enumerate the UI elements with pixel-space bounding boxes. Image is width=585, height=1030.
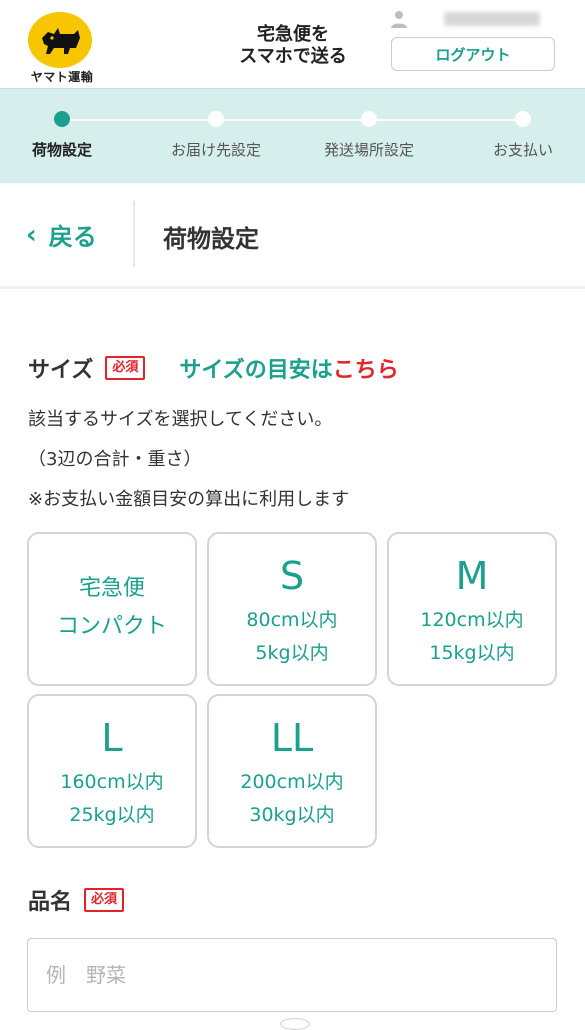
chevron-left-icon: ‹ xyxy=(26,219,37,250)
size-option-letter: LL xyxy=(270,716,314,760)
size-option-dimension: 120cm以内 xyxy=(420,609,524,631)
step-destination: お届け先設定 xyxy=(146,111,286,160)
title-bar: ‹ 戻る 荷物設定 xyxy=(0,183,585,289)
size-option-detail: 160cm以内 25kg以内 xyxy=(29,766,195,832)
required-badge: 必須 xyxy=(84,888,125,912)
size-option-weight: 25kg以内 xyxy=(69,804,155,826)
size-option-dimension: 160cm以内 xyxy=(60,771,164,793)
size-option-compact[interactable]: 宅急便 コンパクト xyxy=(27,532,197,686)
logo-text: ヤマト運輸 xyxy=(30,70,94,84)
size-desc-line2: （3辺の合計・重さ） xyxy=(28,449,202,470)
back-label: 戻る xyxy=(48,223,97,251)
tagline-line2: スマホで送る xyxy=(239,46,347,67)
step-dot xyxy=(361,111,377,127)
size-option-letter: L xyxy=(101,716,123,760)
step-label: 発送場所設定 xyxy=(323,141,414,159)
size-description: 該当するサイズを選択してください。 （3辺の合計・重さ） ※お支払い金額目安の算… xyxy=(28,400,349,520)
step-dot xyxy=(515,111,531,127)
size-option-detail: 120cm以内 15kg以内 xyxy=(389,604,555,670)
size-guide-link[interactable]: こちら xyxy=(333,358,399,383)
item-name-label: 品名 xyxy=(28,890,73,915)
size-guide-text: サイズの目安は xyxy=(179,358,333,383)
size-option-weight: 15kg以内 xyxy=(429,642,515,664)
size-option-name-line2: コンパクト xyxy=(56,614,167,639)
step-label: お支払い xyxy=(492,141,553,159)
size-option-name: 宅急便 コンパクト xyxy=(29,534,195,646)
size-desc-line3: ※お支払い金額目安の算出に利用します xyxy=(28,489,350,510)
size-label: サイズ xyxy=(28,358,94,383)
user-info xyxy=(390,8,540,30)
size-option-weight: 30kg以内 xyxy=(249,804,335,826)
title-divider xyxy=(133,201,135,267)
black-cat-icon xyxy=(42,28,80,54)
step-shipping-location: 発送場所設定 xyxy=(299,111,439,160)
back-button[interactable]: ‹ 戻る xyxy=(26,217,97,252)
user-name-redacted xyxy=(444,12,540,26)
logout-button[interactable]: ログアウト xyxy=(391,37,555,71)
required-badge: 必須 xyxy=(105,356,146,380)
size-option-m[interactable]: M 120cm以内 15kg以内 xyxy=(387,532,557,686)
size-option-s[interactable]: S 80cm以内 5kg以内 xyxy=(207,532,377,686)
item-name-input[interactable] xyxy=(27,938,557,1012)
page-title: 荷物設定 xyxy=(163,225,259,253)
scroll-handle xyxy=(280,1018,310,1030)
size-option-letter: M xyxy=(455,554,489,598)
size-option-weight: 5kg以内 xyxy=(255,642,329,664)
size-option-detail: 80cm以内 5kg以内 xyxy=(209,604,375,670)
step-label: 荷物設定 xyxy=(31,141,92,159)
tagline-line1: 宅急便を xyxy=(257,24,329,45)
step-dot xyxy=(54,111,70,127)
item-section-header: 品名 必須 xyxy=(28,884,125,916)
size-option-detail: 200cm以内 30kg以内 xyxy=(209,766,375,832)
size-section-header: サイズ 必須 サイズの目安はこちら xyxy=(28,352,399,384)
step-payment: お支払い xyxy=(453,111,585,160)
progress-steps: 荷物設定 お届け先設定 発送場所設定 お支払い xyxy=(0,88,585,183)
yamato-logo[interactable]: ヤマト運輸 xyxy=(22,12,102,84)
size-option-dimension: 200cm以内 xyxy=(240,771,344,793)
size-option-l[interactable]: L 160cm以内 25kg以内 xyxy=(27,694,197,848)
size-option-name-line1: 宅急便 xyxy=(78,576,145,601)
step-label: お届け先設定 xyxy=(170,141,261,159)
size-option-letter: S xyxy=(279,554,305,598)
size-option-ll[interactable]: LL 200cm以内 30kg以内 xyxy=(207,694,377,848)
step-dot xyxy=(208,111,224,127)
tagline: 宅急便を スマホで送る xyxy=(228,24,358,68)
user-icon xyxy=(391,11,407,28)
size-guide[interactable]: サイズの目安はこちら xyxy=(179,352,398,384)
step-luggage: 荷物設定 xyxy=(0,111,132,160)
size-desc-line1: 該当するサイズを選択してください。 xyxy=(28,409,333,430)
app-header: ヤマト運輸 宅急便を スマホで送る ログアウト xyxy=(0,0,585,88)
size-option-dimension: 80cm以内 xyxy=(246,609,338,631)
